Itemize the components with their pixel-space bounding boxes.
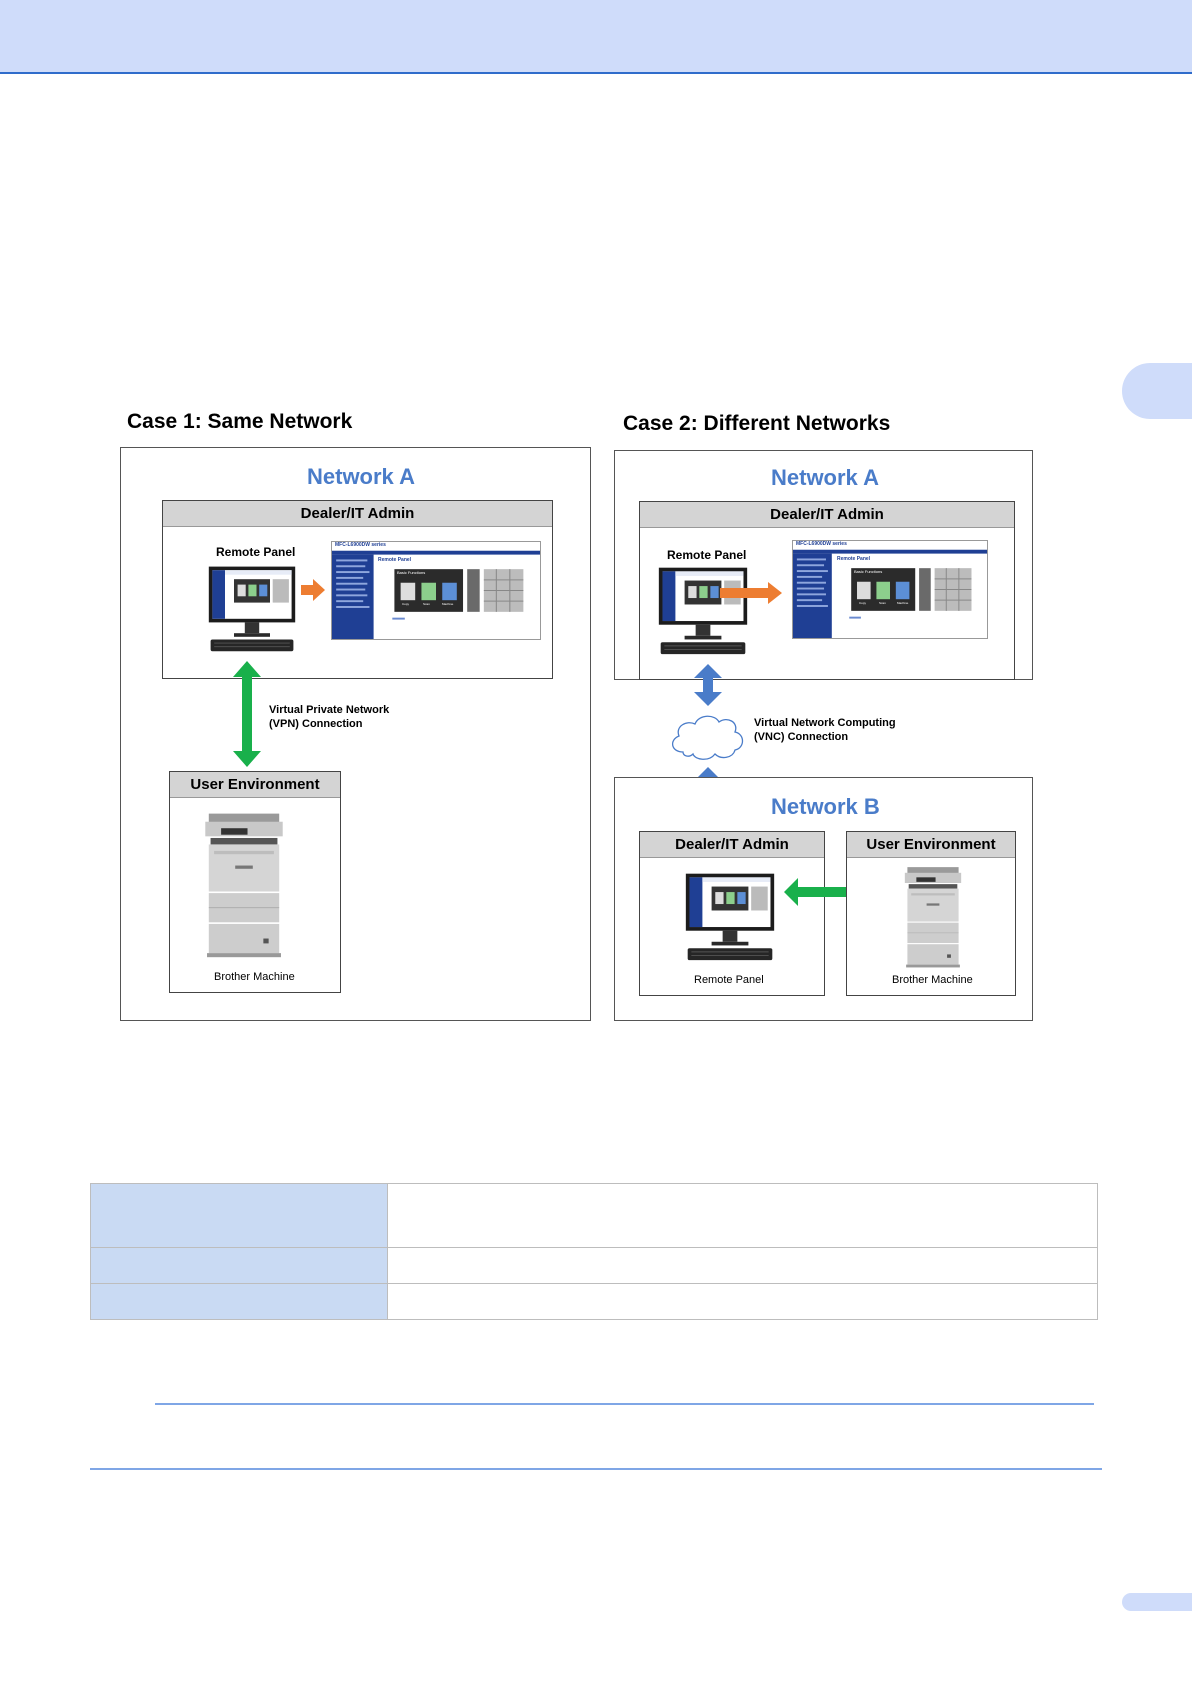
case1-screenshot-tile-copy: Copy [402,602,410,606]
case1-user-box-header: User Environment [170,772,340,798]
case2-screenshot-graphic [793,541,987,638]
table-key-cell [90,1283,388,1320]
case1-network-a-title: Network A [307,464,415,489]
case2-screenshot-tile-copy: Copy [859,601,867,605]
case2-admin-box: Dealer/IT Admin Remote Panel MFC-L6900DW… [639,501,1015,680]
case1-admin-computer-icon [207,563,297,653]
table-key-cell [90,1247,388,1284]
table-row [90,1283,1098,1320]
case1-screenshot-screen-title: Basic Functions [397,570,426,575]
table-key-cell [90,1183,388,1248]
chapter-tab [1122,363,1192,419]
case1-screenshot-graphic [332,542,540,639]
case1-printer-icon [200,812,288,958]
case2-remote-panel-bottom-label: Remote Panel [694,974,764,986]
case1-machine-label: Brother Machine [214,971,295,983]
case1-screenshot-model: MFC-L6900DW series [335,542,386,548]
case1-title: Case 1: Same Network [127,410,353,433]
case2-screenshot-screen-title: Basic Functions [854,569,883,574]
table-value-cell [387,1247,1098,1284]
note-bottom-rule [90,1468,1102,1470]
case1-connection-label-line1: Virtual Private Network [269,704,390,716]
case2-remote-panel-screenshot: MFC-L6900DW series Remote Panel Basic Fu… [792,540,988,639]
case2-screenshot-section: Remote Panel [837,556,871,562]
case1-orange-arrow [301,579,325,601]
case2-remote-panel-label: Remote Panel [667,548,747,562]
case1-admin-box-header: Dealer/IT Admin [163,501,552,527]
case1-remote-panel-label: Remote Panel [216,545,296,559]
case2-screenshot-tile-scan: Scan [879,601,886,605]
table-row [90,1247,1098,1284]
info-table [90,1183,1098,1320]
case2-admin-box-b-header: Dealer/IT Admin [640,832,824,858]
page-number-tab [1122,1593,1192,1611]
case1-remote-panel-screenshot: MFC-L6900DW series Remote Panel Basic Fu… [331,541,541,640]
case2-admin-box-b: Dealer/IT Admin Remote Panel [639,831,825,996]
cloud-icon [672,715,744,760]
note-top-rule [155,1403,1094,1405]
case2-admin-box-header: Dealer/IT Admin [640,502,1014,528]
case2-network-b-title: Network B [771,794,880,819]
case2-machine-label: Brother Machine [892,974,973,986]
page-header-band [0,0,1192,74]
case1-screenshot-tile-scan: Scan [423,602,430,606]
case2-admin-computer-icon [656,564,750,656]
case2-printer-icon [901,866,965,968]
case1-panel: Network A Dealer/IT Admin Remote Panel M… [120,447,591,1021]
case1-user-box: User Environment Brother Machine [169,771,341,993]
case2-blue-arrow-top [694,664,722,706]
case1-green-arrow [233,661,261,767]
case2-title: Case 2: Different Networks [623,412,891,435]
case1-screenshot-section: Remote Panel [378,557,412,563]
case2-network-a-title: Network A [771,465,879,490]
table-value-cell [387,1283,1098,1320]
case1-admin-box: Dealer/IT Admin Remote Panel MFC-L6900DW… [162,500,553,679]
case2-connection-label-line1: Virtual Network Computing [754,717,896,729]
case2-user-box-header: User Environment [847,832,1015,858]
table-value-cell [387,1183,1098,1248]
case2-network-a-panel: Network A Dealer/IT Admin Remote Panel M… [614,450,1033,680]
case2-screenshot-model: MFC-L6900DW series [796,541,847,547]
case2-user-box: User Environment Brother Machine [846,831,1016,996]
case2-network-b-panel: Network B Dealer/IT Admin Remote Panel U… [614,777,1033,1021]
case2-screenshot-tile-machine: Machine [897,601,909,605]
case2-orange-arrow [720,582,782,604]
case1-screenshot-tile-machine: Machine [442,602,454,606]
case1-connection-label-line2: (VPN) Connection [269,718,363,730]
case2-admin-computer-icon-b [682,870,778,962]
table-row [90,1183,1098,1248]
case2-connection-label-line2: (VNC) Connection [754,731,849,743]
